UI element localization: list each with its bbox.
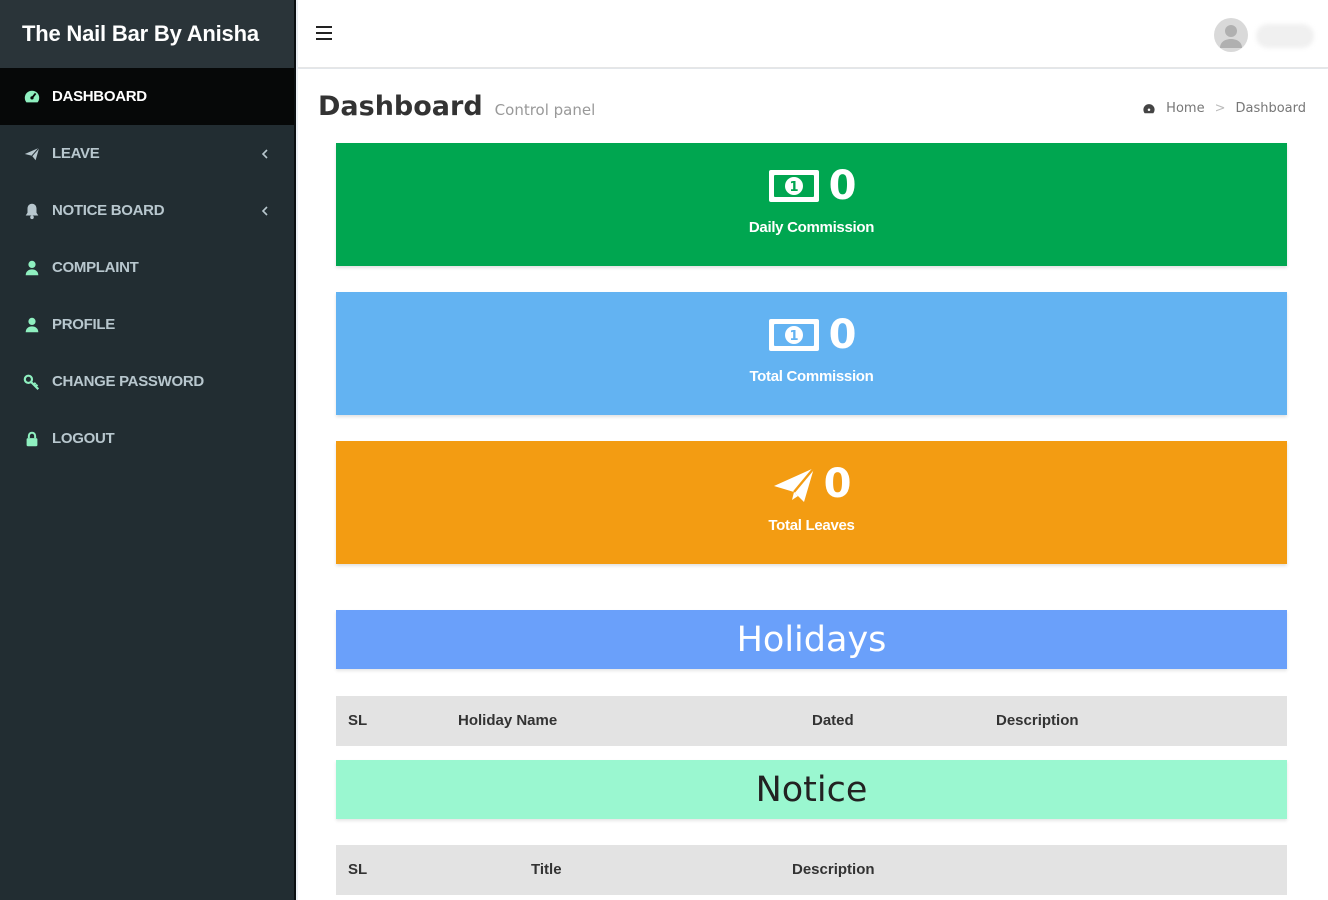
sidebar-item-label: LOGOUT — [52, 430, 115, 447]
column-header-holiday-name: Holiday Name — [458, 712, 558, 729]
sidebar-item-label: DASHBOARD — [52, 88, 147, 105]
sidebar-item-label: NOTICE BOARD — [52, 202, 165, 219]
sidebar-item-label: PROFILE — [52, 316, 115, 333]
notice-table-header: SL Title Description — [336, 845, 1287, 895]
stat-total-commission[interactable]: 1 0 Total Commission — [336, 292, 1287, 415]
holidays-section-title: Holidays — [336, 610, 1287, 669]
paper-plane-icon — [22, 144, 42, 164]
stat-label: Daily Commission — [748, 219, 875, 236]
dashboard-icon — [22, 87, 42, 107]
notice-section-title: Notice — [336, 760, 1287, 819]
stat-value: 0 — [823, 461, 852, 507]
sidebar-item-change-password[interactable]: CHANGE PASSWORD — [0, 353, 294, 410]
user-icon — [22, 258, 42, 278]
breadcrumb-home-link[interactable]: Home — [1166, 101, 1204, 116]
page-title: Dashboard — [318, 91, 483, 122]
sidebar-item-dashboard[interactable]: DASHBOARD — [0, 68, 294, 125]
user-avatar-icon — [1220, 25, 1242, 48]
stat-daily-commission[interactable]: 1 0 Daily Commission — [336, 143, 1287, 266]
column-header-description: Description — [996, 712, 1079, 729]
sidebar-item-logout[interactable]: LOGOUT — [0, 410, 294, 467]
bell-icon — [22, 201, 42, 221]
stat-total-leaves[interactable]: 0 Total Leaves — [336, 441, 1287, 564]
stat-value: 0 — [828, 163, 857, 209]
breadcrumb-separator: > — [1214, 101, 1226, 116]
user-name-obscured[interactable] — [1256, 24, 1314, 48]
column-header-sl: SL — [348, 712, 368, 729]
sidebar-item-complaint[interactable]: COMPLAINT — [0, 239, 294, 296]
stat-label: Total Commission — [749, 368, 874, 385]
chevron-left-icon — [261, 148, 268, 159]
page-header: Dashboard Control panel — [318, 91, 595, 122]
sidebar: The Nail Bar By Anisha DASHBOARD LEAVE N… — [0, 0, 296, 900]
stat-label: Total Leaves — [768, 517, 855, 534]
sidebar-item-label: LEAVE — [52, 145, 100, 162]
svg-text:1: 1 — [789, 180, 798, 195]
sidebar-item-profile[interactable]: PROFILE — [0, 296, 294, 353]
sidebar-item-label: CHANGE PASSWORD — [52, 373, 204, 390]
money-icon: 1 — [768, 319, 819, 351]
breadcrumb-current: Dashboard — [1235, 101, 1306, 116]
sidebar-menu: DASHBOARD LEAVE NOTICE BOARD COMPLAINT P… — [0, 68, 294, 467]
chevron-left-icon — [261, 205, 268, 216]
dashboard-icon — [1143, 103, 1155, 113]
money-icon: 1 — [768, 170, 819, 202]
key-icon — [22, 372, 42, 392]
svg-text:1: 1 — [789, 329, 798, 344]
brand-title[interactable]: The Nail Bar By Anisha — [0, 0, 294, 68]
paper-plane-icon — [773, 467, 815, 502]
main-content: Dashboard Control panel Home > Dashboard… — [298, 69, 1328, 900]
column-header-description: Description — [792, 861, 875, 878]
breadcrumb: Home > Dashboard — [1142, 101, 1306, 116]
sidebar-item-label: COMPLAINT — [52, 259, 139, 276]
page-subtitle: Control panel — [494, 101, 596, 119]
avatar[interactable] — [1214, 18, 1248, 52]
hamburger-menu-icon[interactable] — [316, 26, 332, 40]
lock-icon — [22, 429, 42, 449]
user-icon — [22, 315, 42, 335]
holidays-table-header: SL Holiday Name Dated Description — [336, 696, 1287, 746]
column-header-title: Title — [531, 861, 562, 878]
sidebar-item-notice-board[interactable]: NOTICE BOARD — [0, 182, 294, 239]
sidebar-item-leave[interactable]: LEAVE — [0, 125, 294, 182]
stat-value: 0 — [828, 312, 857, 358]
top-navbar — [298, 0, 1328, 68]
column-header-dated: Dated — [812, 712, 854, 729]
column-header-sl: SL — [348, 861, 368, 878]
